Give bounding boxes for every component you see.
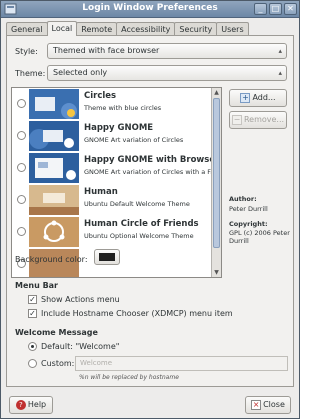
theme-row-circles[interactable]: Circles Theme with blue circles bbox=[12, 88, 212, 120]
remove-label: Remove... bbox=[243, 115, 285, 124]
scroll-down-icon[interactable]: ▼ bbox=[212, 268, 221, 277]
theme-row-human[interactable]: Human Ubuntu Default Welcome Theme bbox=[12, 184, 212, 216]
author-label: Author: bbox=[229, 195, 257, 203]
theme-desc: Theme with blue circles bbox=[84, 104, 162, 112]
hostname-chooser-label: Include Hostname Chooser (XDMCP) menu it… bbox=[41, 309, 233, 318]
theme-name: Happy GNOME with Browser bbox=[84, 155, 220, 165]
combo-arrows-icon: ▴ bbox=[278, 69, 282, 77]
scrollbar-thumb[interactable] bbox=[213, 98, 220, 248]
add-label: Add... bbox=[252, 93, 276, 102]
welcome-message-heading: Welcome Message bbox=[15, 328, 98, 337]
help-label: Help bbox=[27, 400, 47, 409]
background-color-button[interactable] bbox=[94, 249, 120, 265]
theme-thumbnail bbox=[29, 121, 79, 151]
close-window-button[interactable]: ✕ bbox=[284, 3, 297, 15]
copyright-value: GPL (c) 2006 Peter Durrill bbox=[229, 229, 290, 245]
theme-name: Circles bbox=[84, 91, 117, 101]
default-welcome-radio[interactable] bbox=[28, 342, 37, 351]
theme-radio[interactable] bbox=[17, 163, 26, 172]
theme-name: Human bbox=[84, 187, 118, 197]
theme-label: Theme: bbox=[15, 69, 46, 78]
custom-welcome-radio[interactable] bbox=[28, 359, 37, 368]
minimize-button[interactable]: _ bbox=[254, 3, 267, 15]
tab-security[interactable]: Security bbox=[174, 22, 218, 36]
remove-theme-button[interactable]: − Remove... bbox=[229, 111, 287, 129]
scroll-up-icon[interactable]: ▲ bbox=[212, 88, 221, 97]
theme-name: Happy GNOME bbox=[84, 123, 154, 133]
tab-local[interactable]: Local bbox=[46, 21, 78, 36]
close-button[interactable]: × Close bbox=[245, 396, 291, 414]
add-icon: + bbox=[240, 92, 251, 103]
theme-radio[interactable] bbox=[17, 227, 26, 236]
theme-thumbnail bbox=[29, 153, 79, 183]
author-value: Peter Durrill bbox=[229, 205, 268, 213]
style-combo[interactable]: Themed with face browser ▴ bbox=[47, 43, 287, 59]
help-icon: ? bbox=[15, 400, 26, 410]
close-label: Close bbox=[263, 400, 285, 409]
theme-radio[interactable] bbox=[17, 195, 26, 204]
menu-bar-heading: Menu Bar bbox=[15, 281, 59, 290]
theme-row-happy-gnome[interactable]: Happy GNOME GNOME Art variation of Circl… bbox=[12, 120, 212, 152]
custom-welcome-label: Custom: bbox=[41, 359, 75, 368]
show-actions-label: Show Actions menu bbox=[41, 295, 120, 304]
theme-row-human-circle-of-friends[interactable]: Human Circle of Friends Ubuntu Optional … bbox=[12, 216, 212, 248]
theme-combo-value: Selected only bbox=[53, 68, 108, 77]
theme-radio[interactable] bbox=[17, 131, 26, 140]
default-welcome-label: Default: "Welcome" bbox=[41, 342, 120, 351]
theme-desc: Ubuntu Optional Welcome Theme bbox=[84, 232, 194, 240]
welcome-hint: %n will be replaced by hostname bbox=[79, 374, 179, 381]
hostname-chooser-checkbox[interactable]: ✓ bbox=[28, 309, 37, 318]
theme-desc: GNOME Art variation of Circles with a Fa… bbox=[84, 168, 222, 176]
style-label: Style: bbox=[15, 47, 38, 56]
theme-thumbnail bbox=[29, 217, 79, 247]
tab-accessibility[interactable]: Accessibility bbox=[116, 22, 176, 36]
tab-bar: General Local Remote Accessibility Secur… bbox=[6, 21, 249, 36]
style-combo-value: Themed with face browser bbox=[53, 46, 160, 55]
theme-desc: GNOME Art variation of Circles bbox=[84, 136, 184, 144]
tab-general[interactable]: General bbox=[6, 22, 48, 36]
add-theme-button[interactable]: + Add... bbox=[229, 89, 287, 107]
theme-thumbnail bbox=[29, 89, 79, 119]
theme-thumbnail bbox=[29, 185, 79, 215]
title-bar[interactable]: Login Window Preferences _ □ ✕ bbox=[1, 1, 299, 18]
background-color-label: Background color: bbox=[15, 255, 88, 264]
theme-name: Human Circle of Friends bbox=[84, 219, 199, 229]
theme-row-happy-gnome-browser[interactable]: Happy GNOME with Browser GNOME Art varia… bbox=[12, 152, 221, 184]
tab-users[interactable]: Users bbox=[216, 22, 249, 36]
theme-desc: Ubuntu Default Welcome Theme bbox=[84, 200, 190, 208]
close-icon: × bbox=[251, 400, 262, 410]
theme-list-scrollbar[interactable]: ▲ ▼ bbox=[211, 88, 221, 277]
color-swatch bbox=[99, 253, 115, 261]
show-actions-checkbox[interactable]: ✓ bbox=[28, 295, 37, 304]
remove-icon: − bbox=[231, 114, 242, 125]
tab-remote[interactable]: Remote bbox=[76, 22, 118, 36]
help-button[interactable]: ? Help bbox=[9, 396, 53, 414]
maximize-button[interactable]: □ bbox=[269, 3, 282, 15]
combo-arrows-icon: ▴ bbox=[278, 47, 282, 55]
theme-combo[interactable]: Selected only ▴ bbox=[47, 65, 287, 81]
copyright-label: Copyright: bbox=[229, 220, 268, 228]
login-window-preferences: Login Window Preferences _ □ ✕ General L… bbox=[0, 0, 300, 419]
custom-welcome-input[interactable]: Welcome bbox=[75, 356, 288, 371]
theme-radio[interactable] bbox=[17, 99, 26, 108]
